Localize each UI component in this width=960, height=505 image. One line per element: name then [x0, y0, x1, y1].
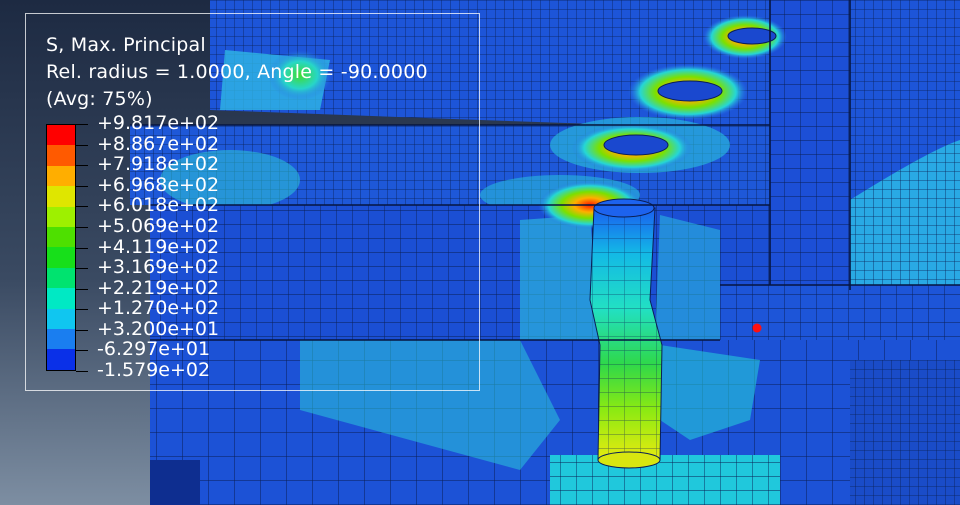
colorbar-segment	[47, 206, 75, 228]
colorbar-segment	[47, 267, 75, 289]
colorbar-tick-label: +4.119e+02	[97, 236, 220, 258]
colorbar-tick-label: +3.169e+02	[97, 256, 220, 278]
colorbar-tick	[76, 371, 88, 372]
colorbar-tick	[76, 227, 88, 228]
contour-colorbar	[46, 124, 76, 371]
colorbar-tick	[76, 330, 88, 331]
colorbar-tick	[76, 124, 88, 125]
colorbar-tick-label: +6.968e+02	[97, 174, 220, 196]
colorbar-segment	[47, 247, 75, 268]
reference-point-marker[interactable]	[752, 323, 762, 333]
colorbar-tick	[76, 206, 88, 207]
colorbar-tick	[76, 248, 88, 249]
colorbar-segment	[47, 349, 75, 370]
colorbar-segment	[47, 288, 75, 309]
colorbar-tick	[76, 165, 88, 166]
colorbar-tick-label: -1.579e+02	[97, 359, 211, 381]
colorbar-segment	[47, 227, 75, 248]
colorbar-tick-label: +3.200e+01	[97, 318, 220, 340]
colorbar-tick	[76, 145, 88, 146]
colorbar-tick-label: +9.817e+02	[97, 112, 220, 134]
colorbar-segment	[47, 329, 75, 350]
legend-subtitle: Rel. radius = 1.0000, Angle = -90.0000	[46, 61, 428, 83]
colorbar-segment	[47, 165, 75, 187]
colorbar-tick-label: +8.867e+02	[97, 133, 220, 155]
colorbar-tick-label: +7.918e+02	[97, 153, 220, 175]
colorbar-tick-label: +5.069e+02	[97, 215, 220, 237]
colorbar-tick	[76, 186, 88, 187]
colorbar-tick-label: +1.270e+02	[97, 297, 220, 319]
colorbar-tick-label: +6.018e+02	[97, 194, 220, 216]
colorbar-tick	[76, 309, 88, 310]
colorbar-segment	[47, 186, 75, 207]
colorbar-tick-label: +2.219e+02	[97, 277, 220, 299]
colorbar-tick-label: -6.297e+01	[97, 338, 211, 360]
colorbar-tick	[76, 350, 88, 351]
legend-averaging: (Avg: 75%)	[46, 88, 153, 110]
colorbar-segment	[47, 125, 75, 146]
legend-title: S, Max. Principal	[46, 34, 206, 56]
colorbar-segment	[47, 145, 75, 166]
colorbar-segment	[47, 308, 75, 330]
colorbar-tick	[76, 268, 88, 269]
bolt-shank	[589, 198, 663, 469]
colorbar-tick	[76, 289, 88, 290]
